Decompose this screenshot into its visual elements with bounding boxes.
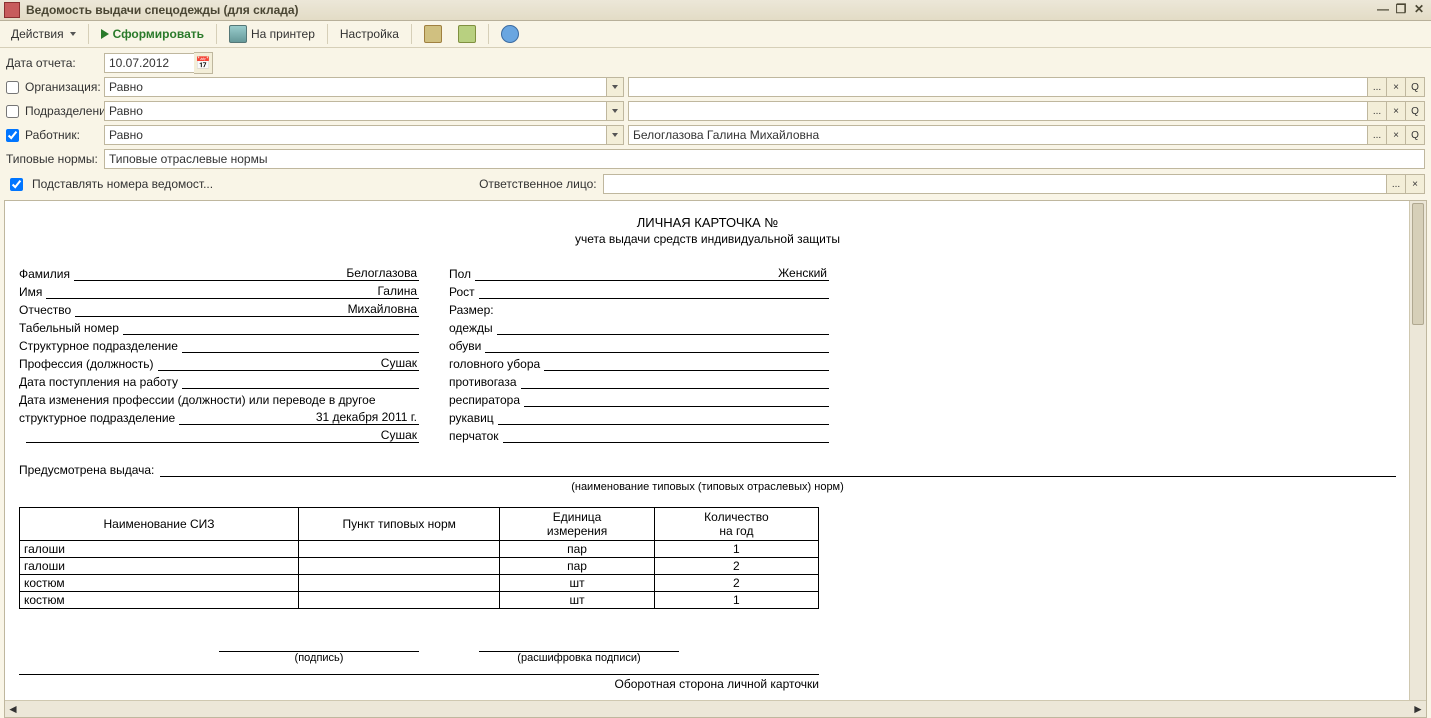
search-button[interactable]: Q	[1405, 102, 1424, 120]
predusm-row: Предусмотрена выдача:	[19, 462, 1396, 477]
norm-label: Типовые нормы:	[6, 152, 98, 166]
close-button[interactable]: ✕	[1411, 3, 1427, 17]
dep-checkbox[interactable]	[6, 105, 19, 118]
table-row: галошипар2	[20, 558, 819, 575]
chevron-down-icon	[70, 32, 76, 36]
filter-row-emp: Работник: Равно Белоглазова Галина Михай…	[6, 124, 1425, 146]
ellipsis-button[interactable]: ...	[1367, 102, 1386, 120]
table-row: костюмшт1	[20, 592, 819, 609]
print-label: На принтер	[251, 27, 315, 41]
scroll-left-arrow[interactable]: ◄	[5, 702, 21, 716]
dep-label: Подразделение:	[25, 104, 116, 118]
back-side-title: Оборотная сторона личной карточки	[19, 674, 819, 691]
filter-panel: Дата отчета: 10.07.2012 📅 Организация: Р…	[0, 48, 1431, 172]
scroll-thumb[interactable]	[1412, 203, 1424, 325]
emp-label: Работник:	[25, 128, 80, 142]
org-label: Организация:	[25, 80, 101, 94]
chevron-down-icon[interactable]	[606, 78, 623, 96]
emp-checkbox[interactable]	[6, 129, 19, 142]
th-name: Наименование СИЗ	[20, 508, 299, 541]
emp-value-field[interactable]: Белоглазова Галина Михайловна ... × Q	[628, 125, 1425, 145]
clear-button[interactable]: ×	[1386, 78, 1405, 96]
org-condition[interactable]: Равно	[104, 77, 624, 97]
responsible-label: Ответственное лицо:	[479, 177, 597, 191]
tool-icon-1	[424, 25, 442, 43]
generate-button[interactable]: Сформировать	[94, 22, 211, 46]
th-qty: Количествона год	[654, 508, 818, 541]
settings-label: Настройка	[340, 27, 399, 41]
card-title: ЛИЧНАЯ КАРТОЧКА № учета выдачи средств и…	[19, 215, 1396, 246]
date-field[interactable]: 10.07.2012	[104, 53, 194, 73]
card-right-column: ПолЖенский Рост Размер: одежды обуви гол…	[449, 264, 829, 444]
norm-value-field[interactable]: Типовые отраслевые нормы	[104, 149, 1425, 169]
filter-row-dep: Подразделение: Равно ... × Q	[6, 100, 1425, 122]
substitute-label: Подставлять номера ведомост...	[32, 177, 213, 191]
ellipsis-button[interactable]: ...	[1367, 126, 1386, 144]
minimize-button[interactable]: —	[1375, 3, 1391, 17]
org-value-field[interactable]: ... × Q	[628, 77, 1425, 97]
tool-button-2[interactable]	[451, 22, 483, 46]
card-left-column: ФамилияБелоглазова ИмяГалина ОтчествоМих…	[19, 264, 419, 444]
generate-label: Сформировать	[113, 27, 204, 41]
siz-table: Наименование СИЗ Пункт типовых норм Един…	[19, 507, 819, 609]
responsible-field[interactable]: ... ×	[603, 174, 1425, 194]
chevron-down-icon[interactable]	[606, 102, 623, 120]
window-title: Ведомость выдачи спецодежды (для склада)	[26, 3, 1373, 17]
horizontal-scrollbar[interactable]: ◄ ►	[5, 700, 1426, 717]
filter-row-date: Дата отчета: 10.07.2012 📅	[6, 52, 1425, 74]
vertical-scrollbar[interactable]	[1409, 201, 1426, 701]
clear-button[interactable]: ×	[1386, 102, 1405, 120]
printer-icon	[229, 25, 247, 43]
settings-button[interactable]: Настройка	[333, 22, 406, 46]
chevron-down-icon[interactable]	[606, 126, 623, 144]
substitute-checkbox[interactable]	[10, 178, 23, 191]
date-value: 10.07.2012	[109, 56, 169, 70]
norm-note: (наименование типовых (типовых отраслевы…	[19, 481, 1396, 493]
table-row: костюмшт2	[20, 575, 819, 592]
scroll-right-arrow[interactable]: ►	[1410, 702, 1426, 716]
clear-button[interactable]: ×	[1386, 126, 1405, 144]
th-unit: Единицаизмерения	[500, 508, 654, 541]
app-icon	[4, 2, 20, 18]
emp-condition[interactable]: Равно	[104, 125, 624, 145]
titlebar: Ведомость выдачи спецодежды (для склада)…	[0, 0, 1431, 21]
ellipsis-button[interactable]: ...	[1386, 175, 1405, 193]
table-row: галошипар1	[20, 541, 819, 558]
dep-value-field[interactable]: ... × Q	[628, 101, 1425, 121]
sign-label: (подпись)	[219, 652, 419, 664]
actions-dropdown[interactable]: Действия	[4, 22, 83, 46]
th-point: Пункт типовых норм	[299, 508, 500, 541]
filter-row-extra: Подставлять номера ведомост... Ответстве…	[0, 172, 1431, 200]
filter-row-org: Организация: Равно ... × Q	[6, 76, 1425, 98]
tool-button-1[interactable]	[417, 22, 449, 46]
signature-row: (подпись) (расшифровка подписи)	[219, 637, 1396, 664]
date-label: Дата отчета:	[6, 56, 76, 70]
org-checkbox[interactable]	[6, 81, 19, 94]
report-area: ЛИЧНАЯ КАРТОЧКА № учета выдачи средств и…	[4, 200, 1427, 718]
actions-label: Действия	[11, 27, 64, 41]
filter-row-norm: Типовые нормы: Типовые отраслевые нормы	[6, 148, 1425, 170]
maximize-button[interactable]: ❐	[1393, 3, 1409, 17]
toolbar: Действия Сформировать На принтер Настрой…	[0, 21, 1431, 48]
ellipsis-button[interactable]: ...	[1367, 78, 1386, 96]
sign-decode: (расшифровка подписи)	[479, 652, 679, 664]
play-icon	[101, 29, 109, 39]
help-button[interactable]	[494, 22, 526, 46]
help-icon	[501, 25, 519, 43]
dep-condition[interactable]: Равно	[104, 101, 624, 121]
search-button[interactable]: Q	[1405, 78, 1424, 96]
print-button[interactable]: На принтер	[222, 22, 322, 46]
search-button[interactable]: Q	[1405, 126, 1424, 144]
calendar-button[interactable]: 📅	[194, 52, 213, 74]
report-content: ЛИЧНАЯ КАРТОЧКА № учета выдачи средств и…	[5, 201, 1410, 701]
tool-icon-2	[458, 25, 476, 43]
clear-button[interactable]: ×	[1405, 175, 1424, 193]
